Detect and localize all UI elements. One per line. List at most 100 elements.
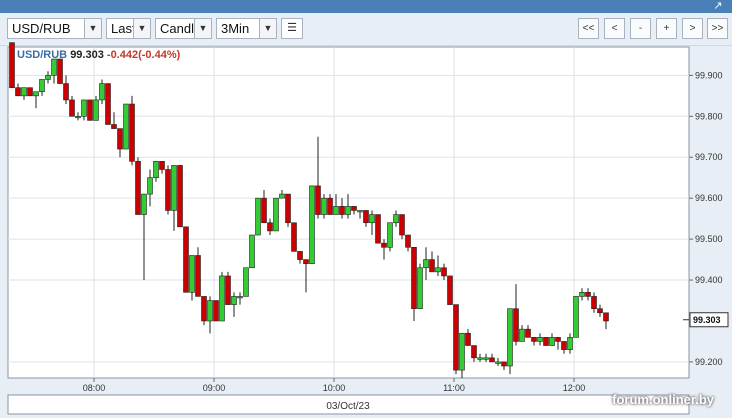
candle-body [303, 259, 309, 264]
x-tick-label: 10:00 [323, 383, 346, 393]
y-tick-label: 99.800 [695, 111, 723, 121]
y-tick-label: 99.900 [695, 70, 723, 80]
candle-body [345, 206, 351, 215]
candle-body [405, 234, 411, 248]
candle-body [39, 79, 45, 93]
candle-body [561, 341, 567, 350]
candle-body [27, 87, 33, 97]
candle-body [33, 91, 39, 97]
candle-body [555, 337, 561, 342]
legend-change: -0.442(-0.44%) [106, 49, 181, 61]
candle-body [135, 161, 141, 215]
candle-body [285, 193, 291, 224]
candle-body [225, 275, 231, 305]
candle-body [51, 58, 57, 76]
candle-body [81, 99, 87, 117]
candle-body [333, 206, 339, 215]
candle-body [489, 357, 495, 363]
candle-body [9, 42, 15, 88]
current-price-label: 99.303 [693, 315, 721, 325]
candle-body [393, 214, 399, 224]
candle-body [501, 361, 507, 367]
candle-body [177, 165, 183, 228]
candle-body [465, 332, 471, 346]
candle-body [243, 267, 249, 297]
candle-body [219, 275, 225, 322]
candle-body [513, 308, 519, 342]
candle-body [387, 222, 393, 248]
candle-body [21, 87, 27, 97]
x-tick-label: 08:00 [83, 383, 106, 393]
x-tick-label: 09:00 [203, 383, 226, 393]
candle-body [309, 185, 315, 264]
x-axis: 08:00 09:00 10:00 11:00 12:00 [83, 378, 586, 393]
candle-body [339, 206, 345, 215]
candle-body [141, 193, 147, 215]
candle-body [507, 308, 513, 367]
candle-body [423, 259, 429, 269]
candle-body [57, 58, 63, 84]
candle-body [129, 103, 135, 162]
candle-body [75, 116, 81, 119]
candle-body [417, 267, 423, 309]
candle-body [123, 103, 129, 150]
candle-body [45, 75, 51, 80]
candle-body [381, 242, 387, 248]
candle-body [117, 128, 123, 150]
candle-body [183, 226, 189, 293]
candlestick-chart[interactable]: 99.900 99.800 99.700 99.600 99.500 99.400 99.2… [0, 0, 732, 418]
candle-body [189, 255, 195, 293]
candle-body [495, 361, 501, 364]
x-tick-label: 12:00 [563, 383, 586, 393]
candle-body [261, 197, 267, 224]
candle-body [159, 161, 165, 170]
candle-body [15, 87, 21, 97]
candle-body [213, 300, 219, 322]
candle-body [63, 83, 69, 101]
candle-body [87, 99, 93, 121]
candle-body [273, 197, 279, 232]
candle-body [597, 308, 603, 314]
y-tick-label: 99.700 [695, 152, 723, 162]
candle-body [201, 296, 207, 322]
candle-body [585, 292, 591, 297]
legend-price: 99.303 [70, 49, 104, 61]
x-tick-label: 11:00 [443, 383, 465, 393]
y-tick-label: 99.200 [695, 357, 723, 367]
candle-body [195, 255, 201, 297]
watermark: forum.onliner.by [612, 392, 714, 407]
candle-body [525, 328, 531, 338]
candle-body [471, 345, 477, 359]
candle-body [105, 83, 111, 125]
candle-body [267, 222, 273, 232]
y-tick-label: 99.400 [695, 275, 723, 285]
candle-body [315, 185, 321, 215]
candle-body [351, 206, 357, 211]
candle-body [369, 214, 375, 224]
candle-body [237, 296, 243, 299]
y-tick-label: 99.500 [695, 234, 723, 244]
candle-body [249, 234, 255, 269]
candle-body [207, 300, 213, 322]
candle-body [375, 214, 381, 244]
candle-body [231, 296, 237, 305]
candle-body [483, 357, 489, 360]
candle-body [93, 99, 99, 121]
current-price-tag: 99.303 [683, 312, 729, 328]
candle-body [579, 292, 585, 297]
candle-body [441, 267, 447, 277]
candle-body [255, 197, 261, 236]
candle-body [537, 337, 543, 342]
candle-body [153, 161, 159, 179]
candle-body [363, 210, 369, 224]
candle-body [543, 337, 549, 346]
candle-body [429, 259, 435, 273]
date-label: 03/Oct/23 [326, 401, 370, 412]
candle-body [291, 222, 297, 252]
candle-body [447, 275, 453, 305]
candle-body [531, 337, 537, 342]
candle-body [147, 177, 153, 195]
candle-body [69, 99, 75, 117]
candle-body [477, 357, 483, 360]
candle-body [435, 267, 441, 273]
